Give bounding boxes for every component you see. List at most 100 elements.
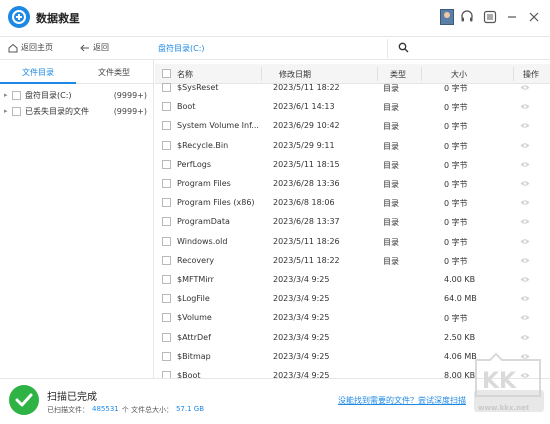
row-checkbox[interactable] bbox=[162, 351, 171, 361]
row-checkbox[interactable] bbox=[162, 313, 171, 323]
preview-eye-icon[interactable] bbox=[520, 334, 530, 341]
table-row[interactable]: System Volume Inf... 2023/6/29 10:42 目录 0 字… bbox=[155, 116, 550, 135]
scan-summary: 已扫描文件： 485531 个 文件总大小： 57.1 GB bbox=[47, 405, 204, 415]
row-checkbox[interactable] bbox=[162, 83, 171, 92]
file-list: 名称 修改日期 类型 大小 操作 $SysReset 2023/5/11 18:2… bbox=[155, 60, 550, 378]
file-size: 4.00 KB bbox=[444, 275, 476, 284]
file-date: 2023/3/4 9:25 bbox=[273, 332, 330, 342]
toolbar: 返回主页 返回 盘符目录(C:) bbox=[0, 36, 550, 60]
table-row[interactable]: $Recycle.Bin 2023/5/29 9:11 目录 0 字节 bbox=[155, 136, 550, 155]
file-size: 0 字节 bbox=[444, 256, 468, 266]
minimize-icon[interactable] bbox=[505, 10, 519, 24]
table-row[interactable]: Program Files 2023/6/28 13:36 目录 0 字节 bbox=[155, 174, 550, 193]
size-label: 个 文件总大小： bbox=[121, 406, 173, 414]
deep-scan-link[interactable]: 没能找到需要的文件？尝试深度扫描 bbox=[338, 395, 466, 406]
select-all-checkbox[interactable] bbox=[162, 69, 171, 78]
preview-eye-icon[interactable] bbox=[520, 295, 530, 302]
back-button[interactable]: 返回 bbox=[80, 42, 109, 53]
preview-eye-icon[interactable] bbox=[520, 84, 530, 91]
table-row[interactable]: Program Files (x86) 2023/6/8 18:06 目录 0 字节 bbox=[155, 193, 550, 212]
preview-eye-icon[interactable] bbox=[520, 257, 530, 264]
file-size: 0 字节 bbox=[444, 160, 468, 170]
row-checkbox[interactable] bbox=[162, 255, 171, 265]
table-row[interactable]: Boot 2023/6/1 14:13 目录 0 字节 bbox=[155, 97, 550, 116]
row-checkbox[interactable] bbox=[162, 102, 171, 112]
search-input[interactable] bbox=[396, 40, 546, 57]
home-button[interactable]: 返回主页 bbox=[8, 42, 53, 53]
expand-arrow-icon[interactable]: ▸ bbox=[4, 107, 12, 115]
scanned-count: 485531 bbox=[92, 405, 119, 413]
close-icon[interactable] bbox=[527, 10, 541, 24]
table-row[interactable]: $AttrDef 2023/3/4 9:25 2.50 KB bbox=[155, 328, 550, 347]
row-checkbox[interactable] bbox=[162, 159, 171, 169]
headset-icon[interactable] bbox=[460, 10, 474, 24]
svg-text:KK: KK bbox=[482, 369, 517, 394]
file-size: 0 字节 bbox=[444, 141, 468, 151]
file-date: 2023/5/11 18:22 bbox=[273, 255, 340, 265]
total-size: 57.1 GB bbox=[175, 405, 205, 413]
file-name: Boot bbox=[177, 102, 196, 112]
preview-eye-icon[interactable] bbox=[520, 276, 530, 283]
row-checkbox[interactable] bbox=[162, 236, 171, 246]
preview-eye-icon[interactable] bbox=[520, 218, 530, 225]
row-checkbox[interactable] bbox=[162, 121, 171, 131]
preview-eye-icon[interactable] bbox=[520, 238, 530, 245]
file-type: 目录 bbox=[383, 84, 399, 93]
table-row[interactable]: $Volume 2023/3/4 9:25 0 字节 bbox=[155, 308, 550, 327]
tab-file-directory[interactable]: 文件目录 bbox=[22, 67, 54, 78]
table-row[interactable]: PerfLogs 2023/5/11 18:15 目录 0 字节 bbox=[155, 155, 550, 174]
scan-status-title: 扫描已完成 bbox=[47, 392, 97, 403]
row-checkbox[interactable] bbox=[162, 179, 171, 188]
tree-item-count: (9999+) bbox=[113, 106, 147, 116]
row-checkbox[interactable] bbox=[162, 371, 171, 378]
tab-file-type[interactable]: 文件类型 bbox=[98, 67, 130, 78]
preview-eye-icon[interactable] bbox=[520, 161, 530, 168]
row-checkbox[interactable] bbox=[162, 198, 171, 208]
user-avatar[interactable] bbox=[440, 9, 454, 25]
settings-icon[interactable] bbox=[483, 10, 497, 24]
preview-eye-icon[interactable] bbox=[520, 180, 530, 187]
table-row[interactable]: $SysReset 2023/5/11 18:22 目录 0 字节 bbox=[155, 78, 550, 97]
tree-checkbox[interactable] bbox=[12, 90, 21, 100]
file-date: 2023/6/28 13:37 bbox=[273, 217, 340, 227]
preview-eye-icon[interactable] bbox=[520, 122, 530, 129]
table-row[interactable]: Recovery 2023/5/11 18:22 目录 0 字节 bbox=[155, 251, 550, 270]
row-checkbox[interactable] bbox=[162, 140, 171, 150]
file-size: 0 字节 bbox=[444, 218, 468, 228]
file-date: 2023/3/4 9:25 bbox=[273, 275, 330, 284]
status-bar: 扫描已完成 已扫描文件： 485531 个 文件总大小： 57.1 GB 没能找… bbox=[0, 378, 550, 424]
tree-item-lost-files[interactable]: ▸ 已丢失目录的文件 (9999+) bbox=[0, 103, 153, 119]
tree-checkbox[interactable] bbox=[12, 106, 21, 116]
app-title: 数据救星 bbox=[36, 12, 80, 25]
row-checkbox[interactable] bbox=[162, 332, 171, 342]
preview-eye-icon[interactable] bbox=[520, 199, 530, 206]
file-size: 2.50 KB bbox=[444, 332, 476, 342]
tree-item-label: 已丢失目录的文件 bbox=[25, 106, 89, 116]
file-name: ProgramData bbox=[177, 217, 230, 227]
file-type: 目录 bbox=[383, 160, 399, 170]
file-size: 0 字节 bbox=[444, 199, 468, 209]
file-name: $Recycle.Bin bbox=[177, 140, 229, 150]
file-type: 目录 bbox=[383, 103, 399, 113]
current-path: 盘符目录(C:) bbox=[158, 44, 205, 53]
file-type: 目录 bbox=[383, 122, 399, 132]
table-row[interactable]: $MFTMirr 2023/3/4 9:25 4.00 KB bbox=[155, 270, 550, 289]
preview-eye-icon[interactable] bbox=[520, 314, 530, 321]
file-date: 2023/5/11 18:15 bbox=[273, 159, 340, 169]
row-checkbox[interactable] bbox=[162, 294, 171, 304]
expand-arrow-icon[interactable]: ▸ bbox=[4, 91, 12, 99]
file-date: 2023/5/11 18:26 bbox=[273, 236, 340, 246]
file-name: $Boot bbox=[177, 371, 201, 378]
tree-item-drive-c[interactable]: ▸ 盘符目录(C:) (9999+) bbox=[0, 87, 153, 103]
table-row[interactable]: $LogFile 2023/3/4 9:25 64.0 MB bbox=[155, 289, 550, 308]
table-row[interactable]: Windows.old 2023/5/11 18:26 目录 0 字节 bbox=[155, 232, 550, 251]
table-row[interactable]: ProgramData 2023/6/28 13:37 目录 0 字节 bbox=[155, 212, 550, 231]
preview-eye-icon[interactable] bbox=[520, 103, 530, 110]
left-panel: 文件目录 文件类型 ▸ 盘符目录(C:) (9999+) ▸ 已丢失目录的文件 … bbox=[0, 60, 154, 378]
search-icon[interactable] bbox=[398, 42, 409, 53]
path-bar[interactable]: 盘符目录(C:) bbox=[154, 39, 388, 58]
preview-eye-icon[interactable] bbox=[520, 142, 530, 149]
row-checkbox[interactable] bbox=[162, 217, 171, 227]
file-date: 2023/5/29 9:11 bbox=[273, 140, 335, 150]
row-checkbox[interactable] bbox=[162, 275, 171, 284]
